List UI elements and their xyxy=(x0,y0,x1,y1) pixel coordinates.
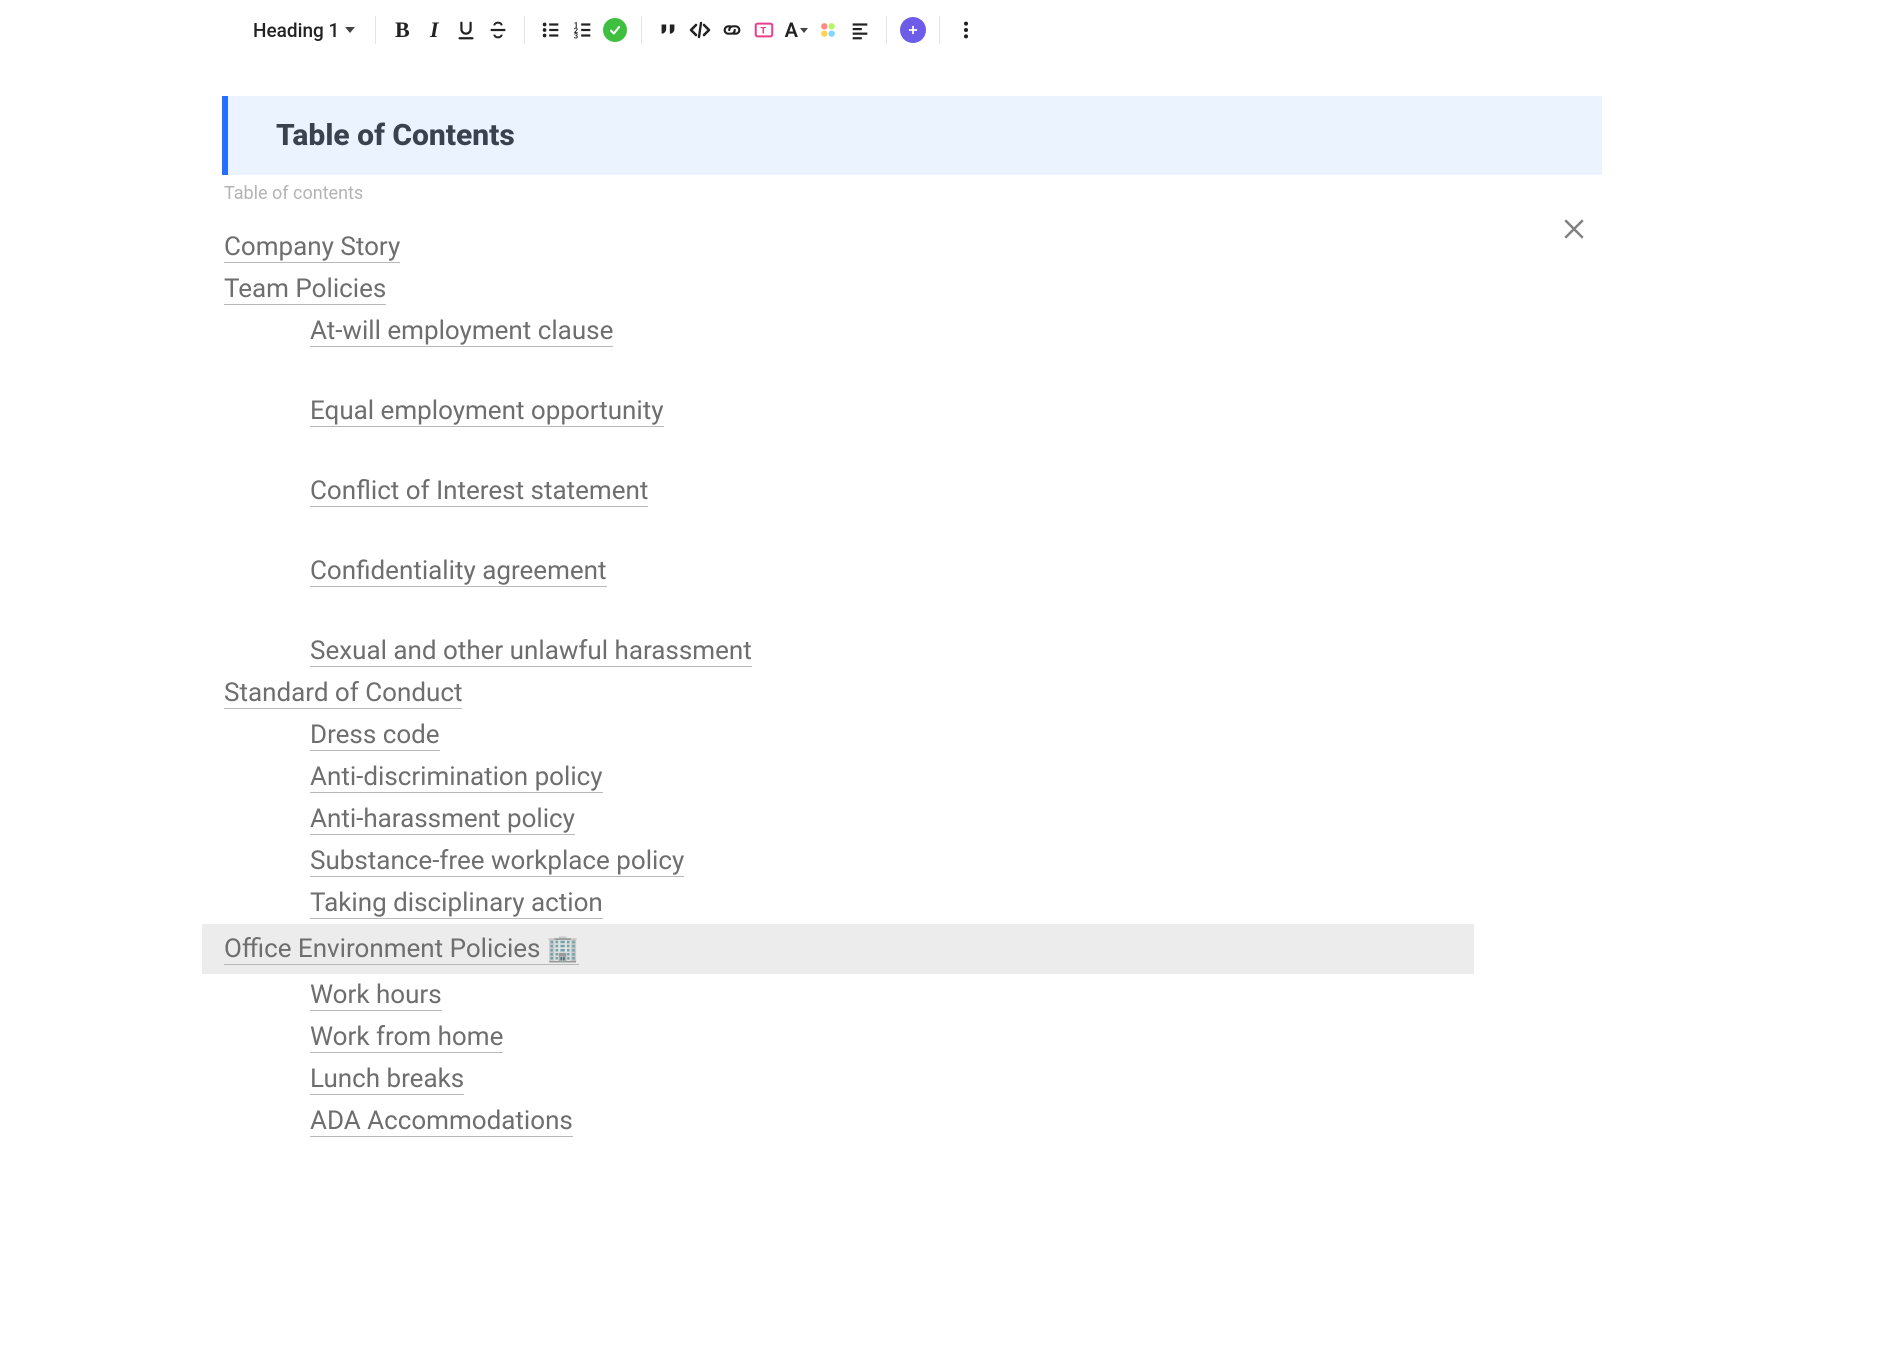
text-color-button[interactable]: A xyxy=(780,14,812,46)
toc-row: Work from home xyxy=(222,1016,1602,1058)
toc-row: Anti-harassment policy xyxy=(222,798,1602,840)
toolbar-divider xyxy=(524,16,525,44)
toc-list: Company Story Team Policies At-will employ… xyxy=(222,226,1602,1142)
toc-link[interactable]: Sexual and other unlawful harassment xyxy=(310,636,752,667)
toc-row: Company Story xyxy=(222,226,1602,268)
toolbar-divider xyxy=(375,16,376,44)
italic-icon: I xyxy=(430,17,439,43)
toc-link[interactable]: Anti-discrimination policy xyxy=(310,762,603,793)
toc-link[interactable]: Office Environment Policies 🏢 xyxy=(224,934,579,965)
svg-text:T: T xyxy=(761,27,767,37)
close-icon xyxy=(1559,214,1589,244)
toc-link[interactable]: Equal employment opportunity xyxy=(310,396,664,427)
underline-icon xyxy=(455,19,477,41)
toc-link[interactable]: Anti-harassment policy xyxy=(310,804,575,835)
toc-row: At-will employment clause xyxy=(222,310,1602,352)
blockquote-button[interactable] xyxy=(652,14,684,46)
bold-button[interactable]: B xyxy=(386,14,418,46)
chevron-down-icon xyxy=(345,27,355,33)
toc-link[interactable]: Taking disciplinary action xyxy=(310,888,603,919)
strikethrough-button[interactable] xyxy=(482,14,514,46)
bold-icon: B xyxy=(395,17,410,43)
toc-row: Lunch breaks xyxy=(222,1058,1602,1100)
toc-row: Equal employment opportunity xyxy=(222,390,1602,432)
close-button[interactable] xyxy=(1556,211,1592,247)
toc-panel: Table of Contents Table of contents Comp… xyxy=(222,96,1602,1142)
highlight-color-button[interactable] xyxy=(812,14,844,46)
toc-row: Sexual and other unlawful harassment xyxy=(222,630,1602,672)
check-circle-icon xyxy=(603,18,627,42)
align-button[interactable] xyxy=(844,14,876,46)
color-dots-icon xyxy=(817,19,839,41)
checklist-button[interactable] xyxy=(599,14,631,46)
link-icon xyxy=(721,19,743,41)
toc-row: Substance-free workplace policy xyxy=(222,840,1602,882)
toolbar-divider xyxy=(641,16,642,44)
toc-link[interactable]: Work hours xyxy=(310,980,442,1011)
code-block-button[interactable] xyxy=(684,14,716,46)
toolbar-divider xyxy=(886,16,887,44)
toc-row: Conflict of Interest statement xyxy=(222,470,1602,512)
toc-link[interactable]: Work from home xyxy=(310,1022,503,1053)
quote-icon xyxy=(657,19,679,41)
plus-circle-icon xyxy=(900,17,926,43)
numbered-list-icon: 1 2 3 xyxy=(572,19,594,41)
more-vertical-icon xyxy=(955,19,977,41)
numbered-list-button[interactable]: 1 2 3 xyxy=(567,14,599,46)
toc-row: Taking disciplinary action xyxy=(222,882,1602,924)
toc-link[interactable]: Lunch breaks xyxy=(310,1064,464,1095)
toc-row: Dress code xyxy=(222,714,1602,756)
text-format-label: Heading 1 xyxy=(253,19,339,42)
toc-link[interactable]: Substance-free workplace policy xyxy=(310,846,684,877)
code-icon xyxy=(688,18,712,42)
toc-link[interactable]: Company Story xyxy=(224,232,400,263)
more-options-button[interactable] xyxy=(950,14,982,46)
toc-link[interactable]: Team Policies xyxy=(224,274,386,305)
toolbar-divider xyxy=(939,16,940,44)
align-left-icon xyxy=(849,19,871,41)
toc-row: Anti-discrimination policy xyxy=(222,756,1602,798)
banner-icon: T xyxy=(753,19,775,41)
bulleted-list-icon xyxy=(540,19,562,41)
editor-toolbar: Heading 1 B I xyxy=(245,10,982,50)
italic-button[interactable]: I xyxy=(418,14,450,46)
toc-row: Standard of Conduct xyxy=(222,672,1602,714)
toc-caption: Table of contents xyxy=(224,183,1602,204)
text-format-dropdown[interactable]: Heading 1 xyxy=(245,12,365,48)
toc-header: Table of Contents xyxy=(222,96,1602,175)
toc-link[interactable]: ADA Accommodations xyxy=(310,1106,573,1137)
toc-row: Confidentiality agreement xyxy=(222,550,1602,592)
toc-row: Office Environment Policies 🏢 xyxy=(202,924,1474,974)
bulleted-list-button[interactable] xyxy=(535,14,567,46)
toc-link[interactable]: Dress code xyxy=(310,720,440,751)
toc-link[interactable]: At-will employment clause xyxy=(310,316,613,347)
svg-text:3: 3 xyxy=(574,31,578,40)
toc-row: Work hours xyxy=(222,974,1602,1016)
toc-row: Team Policies xyxy=(222,268,1602,310)
toc-link[interactable]: Confidentiality agreement xyxy=(310,556,607,587)
toc-link[interactable]: Standard of Conduct xyxy=(224,678,462,709)
toc-header-title: Table of Contents xyxy=(276,118,1582,153)
insert-button[interactable] xyxy=(897,14,929,46)
link-button[interactable] xyxy=(716,14,748,46)
toc-link[interactable]: Conflict of Interest statement xyxy=(310,476,648,507)
toc-row: ADA Accommodations xyxy=(222,1100,1602,1142)
banner-button[interactable]: T xyxy=(748,14,780,46)
strikethrough-icon xyxy=(487,19,509,41)
text-color-icon: A xyxy=(785,18,808,42)
underline-button[interactable] xyxy=(450,14,482,46)
